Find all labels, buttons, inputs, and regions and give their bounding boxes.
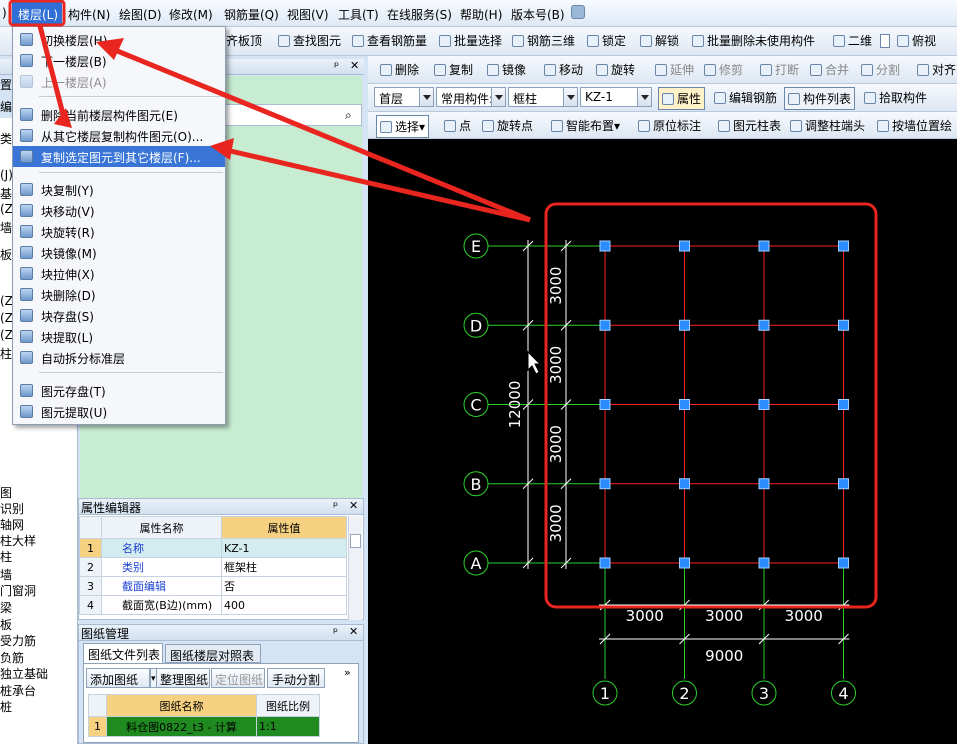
- annotation-box-menu: [8, 0, 66, 27]
- annotation-arrow-3: [225, 147, 531, 223]
- annotation-arrowhead-3: [210, 138, 234, 160]
- annotation-box-grid: [544, 202, 878, 609]
- annotation-arrowhead-2: [96, 38, 124, 60]
- annotation-arrow-1: [37, 25, 67, 119]
- annotation-arrow-2: [109, 45, 531, 223]
- annotation-overlay: [8, 0, 878, 609]
